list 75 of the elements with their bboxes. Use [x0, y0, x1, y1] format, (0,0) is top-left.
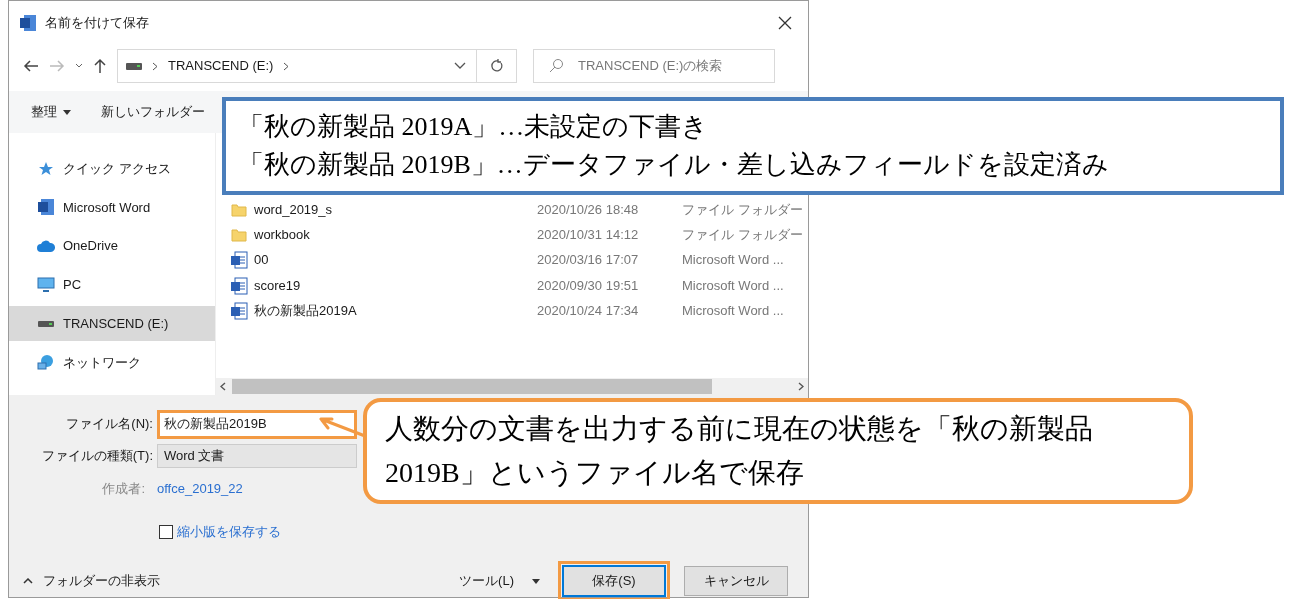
network-icon — [37, 354, 55, 371]
author-link[interactable]: offce_2019_22 — [157, 479, 243, 499]
cancel-button[interactable]: キャンセル — [684, 566, 788, 596]
caret-up-icon — [23, 578, 33, 584]
chevron-right-icon — [283, 61, 290, 71]
file-row[interactable]: score19 2020/09/30 19:51 Microsoft Word ... — [216, 272, 808, 299]
caret-icon — [532, 578, 540, 584]
file-type: Microsoft Word ... — [682, 276, 784, 295]
file-name: word_2019_s — [253, 200, 334, 219]
sidebar-item[interactable]: OneDrive — [9, 228, 215, 264]
sidebar-item[interactable]: PC — [9, 267, 215, 303]
word-icon — [19, 14, 37, 32]
up-arrow-icon[interactable] — [93, 58, 107, 74]
search-icon — [548, 58, 564, 74]
file-row[interactable]: workbook 2020/10/31 14:12 ファイル フォルダー — [216, 222, 808, 248]
chevron-right-icon — [152, 61, 158, 71]
file-row[interactable]: word_2019_s 2020/10/26 18:48 ファイル フォルダー — [216, 197, 808, 223]
author-label: 作成者: — [101, 480, 146, 499]
new-folder-button[interactable]: 新しいフォルダー — [101, 102, 205, 122]
word-icon — [37, 198, 55, 217]
callout-text: 人数分の文書を出力する前に現在の状態を「秋の新製品 2019B」というファイル名で保存 — [385, 412, 1094, 490]
file-name: 秋の新製品2019A — [253, 302, 358, 321]
chevron-right-icon[interactable] — [798, 382, 804, 391]
file-row[interactable]: 秋の新製品2019A 2020/10/24 17:34 Microsoft Word ... — [216, 298, 808, 324]
caret-icon — [63, 109, 71, 115]
file-date: 2020/03/16 17:07 — [537, 251, 640, 270]
note-line: 「秋の新製品 2019B」…データファイル・差し込みフィールドを設定済み — [238, 149, 1110, 181]
file-date: 2020/10/31 14:12 — [537, 226, 640, 245]
filename-label: ファイル名(N): — [65, 415, 154, 434]
thumbnail-label[interactable]: 縮小版を保存する — [177, 522, 281, 542]
sidebar-item[interactable]: ネットワーク — [9, 345, 215, 380]
file-name: 00 — [253, 251, 270, 270]
chevron-down-icon[interactable] — [454, 62, 466, 70]
file-type: ファイル フォルダー — [682, 226, 803, 245]
monitor-icon — [37, 276, 55, 293]
file-type: ファイル フォルダー — [682, 200, 803, 219]
file-date: 2020/09/30 19:51 — [537, 276, 640, 295]
file-type: Microsoft Word ... — [682, 302, 784, 321]
filetype-label: ファイルの種類(T): — [40, 447, 154, 466]
file-date: 2020/10/24 17:34 — [537, 302, 640, 321]
close-icon[interactable] — [778, 16, 792, 30]
star-icon — [38, 160, 54, 177]
search-field[interactable]: TRANSCEND (E:)の検索 — [533, 49, 775, 83]
sidebar-item[interactable]: Microsoft Word — [9, 189, 215, 225]
file-row[interactable]: 00 2020/03/16 17:07 Microsoft Word ... — [216, 247, 808, 273]
refresh-icon — [489, 59, 504, 73]
back-arrow-icon[interactable] — [23, 59, 39, 73]
cloud-icon — [37, 240, 55, 253]
word-document-icon — [230, 301, 248, 320]
folder-icon — [231, 227, 247, 242]
filename-field[interactable]: 秋の新製品2019B — [157, 409, 357, 439]
hide-folders-button[interactable]: フォルダーの非表示 — [23, 571, 160, 591]
folder-icon — [231, 202, 247, 217]
drive-icon — [126, 62, 142, 70]
filetype-dropdown[interactable]: Word 文書 — [157, 444, 357, 468]
address-bar[interactable]: TRANSCEND (E:) — [117, 49, 517, 83]
file-name: workbook — [253, 226, 311, 245]
scrollbar-thumb[interactable] — [232, 379, 712, 394]
file-name: score19 — [253, 276, 302, 295]
horizontal-scrollbar[interactable] — [216, 378, 808, 395]
chevron-left-icon[interactable] — [220, 382, 226, 391]
chevron-down-icon[interactable] — [75, 63, 83, 69]
drive-icon — [37, 319, 55, 328]
sidebar-item[interactable]: クイック アクセス — [9, 151, 215, 186]
sidebar-item[interactable]: TRANSCEND (E:) — [9, 306, 215, 342]
thumbnail-checkbox[interactable] — [159, 525, 173, 539]
address-path: TRANSCEND (E:) — [168, 57, 274, 76]
tools-button[interactable]: ツール(L) — [459, 571, 540, 591]
note-line: 「秋の新製品 2019A」…未設定の下書き — [238, 111, 710, 143]
file-type: Microsoft Word ... — [682, 251, 784, 270]
window-title: 名前を付けて保存 — [45, 14, 149, 33]
organize-button[interactable]: 整理 — [31, 102, 71, 122]
file-date: 2020/10/26 18:48 — [537, 200, 640, 219]
word-document-icon — [230, 276, 248, 295]
word-document-icon — [230, 251, 248, 270]
